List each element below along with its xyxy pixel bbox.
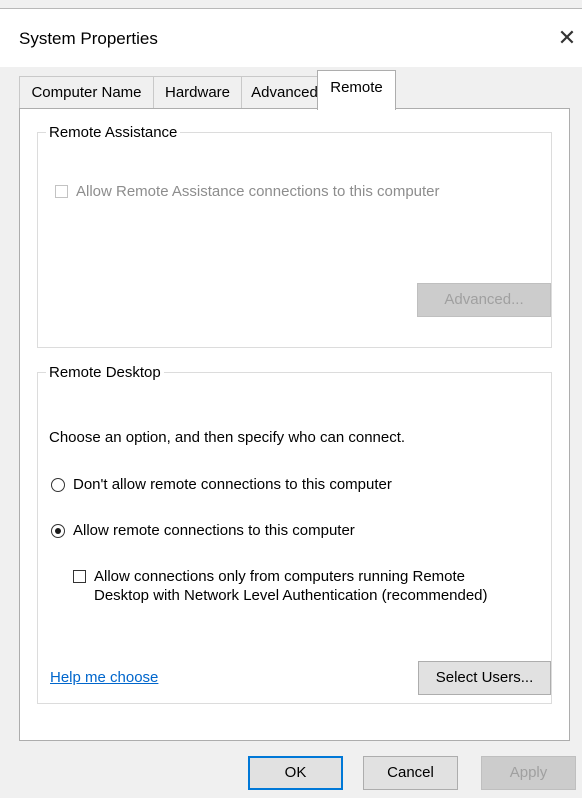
nla-checkbox[interactable]: [73, 570, 86, 583]
ok-button[interactable]: OK: [248, 756, 343, 790]
radio-dont-allow-label[interactable]: Don't allow remote connections to this c…: [73, 475, 392, 494]
close-icon[interactable]: ✕: [555, 23, 579, 53]
nla-label-line2: Desktop with Network Level Authenticatio…: [94, 587, 488, 604]
advanced-button: Advanced...: [417, 283, 551, 317]
apply-button: Apply: [481, 756, 576, 790]
window-title: System Properties: [19, 29, 158, 48]
select-users-button[interactable]: Select Users...: [418, 661, 551, 695]
title-bar[interactable]: System Properties ✕: [0, 9, 582, 67]
tab-computer-name[interactable]: Computer Name: [19, 76, 154, 108]
nla-label-line1: Allow connections only from computers ru…: [94, 568, 466, 585]
remote-tab-panel: Remote Assistance Allow Remote Assistanc…: [19, 108, 570, 741]
tab-hardware[interactable]: Hardware: [153, 76, 242, 108]
radio-dont-allow[interactable]: [51, 478, 65, 492]
remote-desktop-legend: Remote Desktop: [49, 364, 161, 381]
tab-remote[interactable]: Remote: [317, 70, 396, 110]
radio-allow[interactable]: [51, 524, 65, 538]
remote-desktop-instruction: Choose an option, and then specify who c…: [49, 429, 406, 446]
allow-remote-assistance-label: Allow Remote Assistance connections to t…: [76, 183, 440, 200]
allow-remote-assistance-checkbox-row: Allow Remote Assistance connections to t…: [55, 182, 440, 201]
radio-dont-allow-row[interactable]: Don't allow remote connections to this c…: [51, 475, 392, 494]
cancel-button[interactable]: Cancel: [363, 756, 458, 790]
nla-checkbox-row[interactable]: Allow connections only from computers ru…: [73, 567, 488, 605]
allow-remote-assistance-checkbox: [55, 185, 68, 198]
nla-checkbox-label[interactable]: Allow connections only from computers ru…: [94, 567, 488, 605]
tab-advanced[interactable]: Advanced: [241, 76, 328, 108]
radio-allow-label[interactable]: Allow remote connections to this compute…: [73, 521, 355, 540]
help-me-choose-link[interactable]: Help me choose: [50, 669, 158, 686]
system-properties-window: System Properties ✕ Computer Name Hardwa…: [0, 0, 582, 798]
radio-allow-row[interactable]: Allow remote connections to this compute…: [51, 521, 355, 540]
remote-assistance-legend: Remote Assistance: [49, 124, 178, 141]
